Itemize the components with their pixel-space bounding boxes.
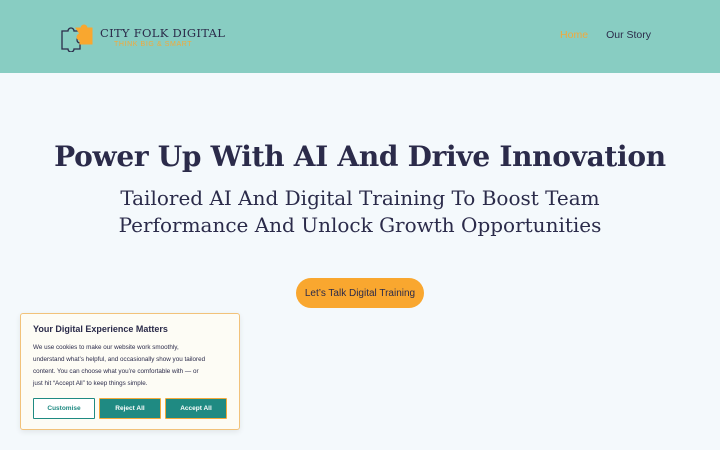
site-header: CITY FOLK DIGITAL THINK BIG & SMART Home… [0, 0, 720, 73]
reject-all-button[interactable]: Reject All [99, 398, 161, 419]
hero-subtitle-line-1: Tailored AI And Digital Training To Boos… [120, 186, 600, 210]
cookie-text-line: content. You can choose what you’re comf… [33, 368, 199, 375]
logo[interactable]: CITY FOLK DIGITAL THINK BIG & SMART [60, 16, 230, 58]
cookie-banner: Your Digital Experience Matters We use c… [20, 313, 240, 430]
cookie-text-line: understand what’s helpful, and occasiona… [33, 356, 206, 363]
hero-section: Power Up With AI And Drive Innovation Ta… [0, 140, 720, 239]
cta-digital-training-button[interactable]: Let’s Talk Digital Training [296, 278, 424, 308]
brand-name: CITY FOLK DIGITAL [100, 26, 226, 40]
cookie-actions: Customise Reject All Accept All [33, 398, 227, 419]
hero-subtitle-line-2: Performance And Unlock Growth Opportunit… [118, 213, 602, 237]
hero-title: Power Up With AI And Drive Innovation [54, 140, 666, 173]
customise-button[interactable]: Customise [33, 398, 95, 419]
cookie-banner-title: Your Digital Experience Matters [33, 324, 168, 334]
puzzle-piece-icon [61, 24, 93, 52]
accept-all-button[interactable]: Accept All [165, 398, 227, 419]
cookie-banner-text: We use cookies to make our website work … [33, 342, 227, 390]
hero-subtitle: Tailored AI And Digital Training To Boos… [0, 185, 720, 239]
cookie-text-line: just hit “Accept All” to keep things sim… [33, 380, 148, 387]
cookie-text-line: We use cookies to make our website work … [33, 344, 179, 351]
main-nav: Home Our Story [560, 29, 651, 41]
nav-item-home[interactable]: Home [560, 29, 588, 41]
brand-tagline: THINK BIG & SMART [114, 41, 193, 48]
nav-item-our-story[interactable]: Our Story [606, 29, 651, 41]
